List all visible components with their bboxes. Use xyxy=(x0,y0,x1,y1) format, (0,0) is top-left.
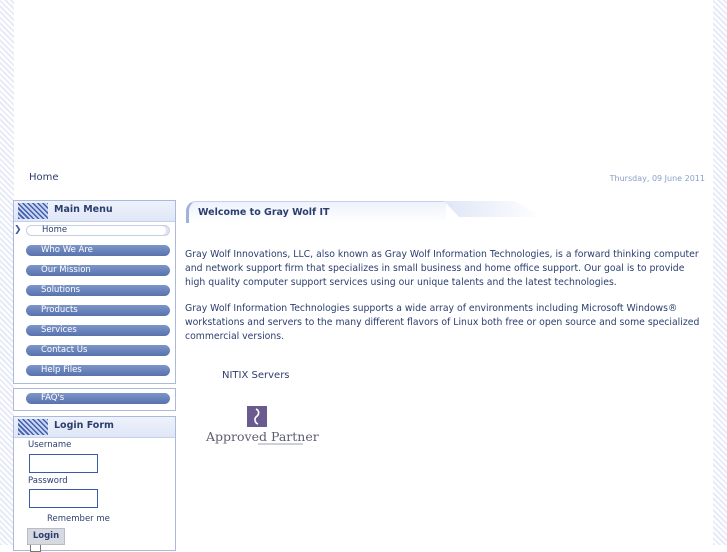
menu-item-faqs[interactable]: FAQ's xyxy=(26,393,170,404)
remember-me-label: Remember me xyxy=(47,514,110,524)
environments-paragraph: Gray Wolf Information Technologies suppo… xyxy=(185,303,700,342)
menu-item-products[interactable]: Products xyxy=(26,305,170,316)
approved-partner-text: Approved Partner xyxy=(206,429,319,444)
menu-item-help-files[interactable]: Help Files xyxy=(26,365,170,376)
right-stripe-border xyxy=(713,0,727,545)
menu-item-services[interactable]: Services xyxy=(26,325,170,336)
main-menu-header: Main Menu xyxy=(14,201,175,222)
username-input[interactable] xyxy=(29,454,98,473)
header-hatch-icon xyxy=(18,419,48,435)
login-title: Login Form xyxy=(54,420,114,431)
partner-logo-mark-icon xyxy=(247,406,267,427)
password-label: Password xyxy=(28,476,68,486)
article-tab-tail xyxy=(444,201,544,217)
login-module: Login Form Username Password Remember me… xyxy=(13,416,176,552)
left-stripe-border xyxy=(0,0,14,545)
article-tab: Welcome to Gray Wolf IT xyxy=(186,201,546,227)
menu-item-home[interactable]: Home xyxy=(26,225,170,236)
intro-paragraph: Gray Wolf Innovations, LLC, also known a… xyxy=(185,249,699,288)
menu-item-solutions[interactable]: Solutions xyxy=(26,285,170,296)
chevron-right-icon: ❯ xyxy=(14,225,22,235)
current-date: Thursday, 09 June 2011 xyxy=(609,174,705,183)
breadcrumb-home[interactable]: Home xyxy=(29,172,59,183)
article-title: Welcome to Gray Wolf IT xyxy=(198,207,330,218)
menu-item-our-mission[interactable]: Our Mission xyxy=(26,265,170,276)
login-header: Login Form xyxy=(14,417,175,438)
menu-item-contact-us[interactable]: Contact Us xyxy=(26,345,170,356)
username-label: Username xyxy=(28,440,72,450)
main-menu-title: Main Menu xyxy=(54,204,113,215)
faq-module: FAQ's xyxy=(13,388,176,411)
header-hatch-icon xyxy=(18,203,48,219)
menu-item-who-we-are[interactable]: Who We Are xyxy=(26,245,170,256)
password-input[interactable] xyxy=(29,489,98,508)
approved-partner-logo[interactable]: Approved Partner xyxy=(206,406,319,450)
main-menu-module: Main Menu Home Who We Are Our Mission So… xyxy=(13,200,176,384)
partner-subtext xyxy=(258,443,303,445)
nitix-servers-text: NITIX Servers xyxy=(222,370,290,381)
login-button[interactable]: Login xyxy=(27,528,65,545)
